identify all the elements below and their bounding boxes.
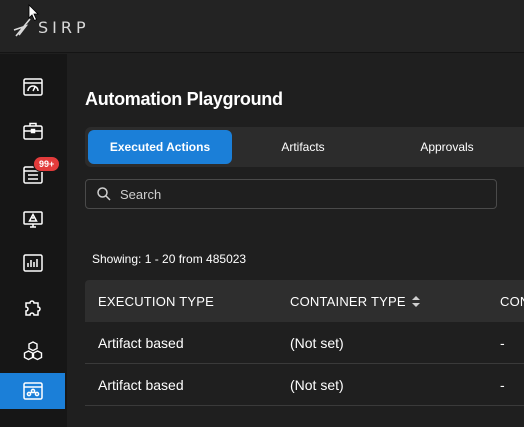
sidebar-item-integrations[interactable] [0, 289, 65, 325]
column-header-container-type[interactable]: CONTAINER TYPE [290, 280, 420, 322]
column-header-execution-type: EXECUTION TYPE [98, 293, 214, 309]
automation-icon [22, 382, 43, 400]
top-bar: SIRP [0, 0, 524, 53]
search-input[interactable] [120, 186, 480, 202]
sidebar-item-cases[interactable] [0, 113, 65, 149]
cell-con: - [500, 377, 505, 393]
cell-execution-type: Artifact based [98, 335, 184, 351]
tab-approvals[interactable]: Approvals [377, 130, 517, 164]
main-content: Automation Playground Executed Actions A… [67, 54, 524, 427]
search-icon [97, 187, 111, 201]
tab-bar: Executed Actions Artifacts Approvals [85, 127, 524, 167]
briefcase-icon [22, 122, 43, 140]
sidebar-item-incidents[interactable]: 99+ [0, 156, 65, 193]
column-header-con: CON [500, 293, 524, 309]
dashboard-icon [22, 78, 43, 96]
cell-execution-type: Artifact based [98, 377, 184, 393]
mouse-cursor-icon [28, 4, 39, 22]
notification-badge: 99+ [33, 156, 61, 172]
search-box [85, 179, 497, 209]
sidebar-item-automation-playground[interactable] [0, 373, 65, 409]
tab-executed-actions[interactable]: Executed Actions [88, 130, 232, 164]
executed-actions-table: EXECUTION TYPE CONTAINER TYPE CON Artifa… [85, 280, 524, 406]
sidebar-item-assets[interactable] [0, 333, 65, 369]
page-title: Automation Playground [85, 89, 283, 109]
logo[interactable]: SIRP [12, 16, 90, 38]
column-header-label: CONTAINER TYPE [290, 293, 406, 309]
tab-artifacts[interactable]: Artifacts [233, 130, 373, 164]
sidebar-item-dashboard[interactable] [0, 69, 65, 105]
app-root: SIRP 99+ Automation Playground Executed … [0, 0, 524, 427]
sidebar: 99+ [0, 54, 67, 427]
cell-con: - [500, 335, 505, 351]
logo-text: SIRP [38, 17, 90, 37]
chart-icon [22, 254, 43, 272]
cell-container-type: (Not set) [290, 377, 344, 393]
puzzle-icon [24, 300, 41, 316]
table-row[interactable]: Artifact based (Not set) - [85, 364, 524, 406]
sort-icon[interactable] [411, 295, 420, 307]
sidebar-item-alerts[interactable] [0, 201, 65, 237]
cubes-icon [23, 341, 42, 361]
table-header: EXECUTION TYPE CONTAINER TYPE CON [85, 280, 524, 322]
sidebar-item-reports[interactable] [0, 245, 65, 281]
cell-container-type: (Not set) [290, 335, 344, 351]
table-row[interactable]: Artifact based (Not set) - [85, 322, 524, 364]
monitor-alert-icon [22, 211, 43, 228]
pagination-summary: Showing: 1 - 20 from 485023 [92, 252, 247, 266]
